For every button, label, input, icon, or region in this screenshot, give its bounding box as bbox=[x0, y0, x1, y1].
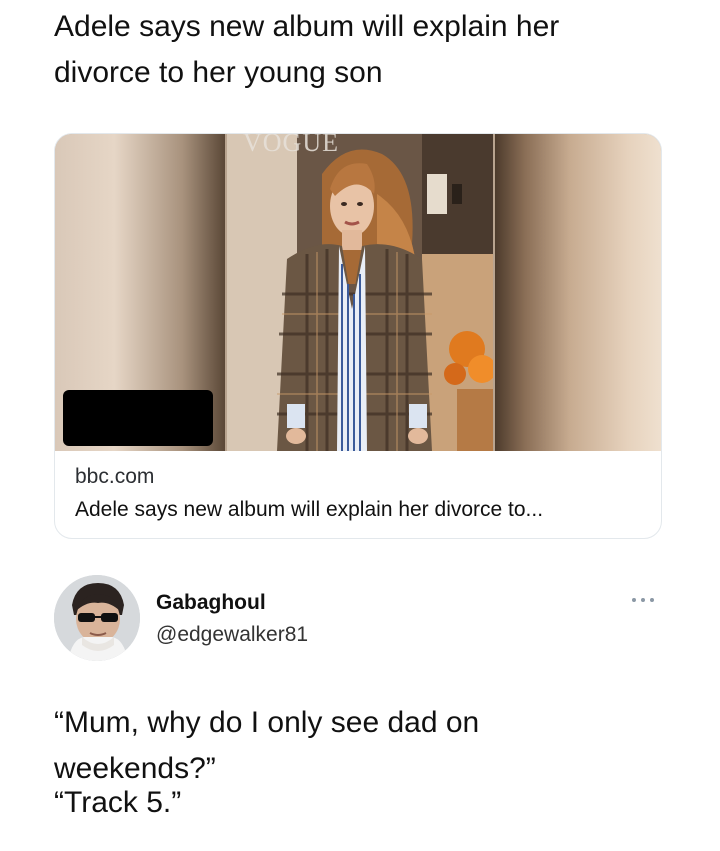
avatar[interactable] bbox=[54, 575, 140, 661]
redaction-box bbox=[63, 390, 213, 446]
image-blur-right bbox=[495, 134, 661, 451]
reply-text-line-1: “Mum, why do I only see dad on bbox=[54, 706, 480, 739]
link-preview-image[interactable]: VOGUE bbox=[55, 134, 661, 451]
reply-text-line-3: “Track 5.” bbox=[54, 786, 182, 819]
post-title-line-2: divorce to her young son bbox=[54, 56, 383, 89]
user-display-name[interactable]: Gabaghoul bbox=[156, 591, 266, 615]
post-title-line-1: Adele says new album will explain her bbox=[54, 10, 560, 43]
adele-portrait-illustration bbox=[227, 134, 493, 451]
avatar-image bbox=[54, 575, 140, 661]
more-options-icon[interactable] bbox=[628, 592, 658, 608]
adele-photo bbox=[227, 134, 493, 451]
link-domain: bbc.com bbox=[75, 465, 155, 488]
link-preview-meta[interactable]: bbc.com Adele says new album will explai… bbox=[55, 451, 661, 538]
link-headline[interactable]: Adele says new album will explain her di… bbox=[75, 498, 543, 522]
reply-text: “Mum, why do I only see dad on weekends?… bbox=[54, 700, 674, 792]
link-preview-card[interactable]: VOGUE bbc.com Adele says new album will … bbox=[54, 133, 662, 539]
post-title: Adele says new album will explain her di… bbox=[54, 4, 674, 96]
vogue-watermark: VOGUE bbox=[243, 134, 339, 157]
user-handle[interactable]: @edgewalker81 bbox=[156, 623, 308, 647]
